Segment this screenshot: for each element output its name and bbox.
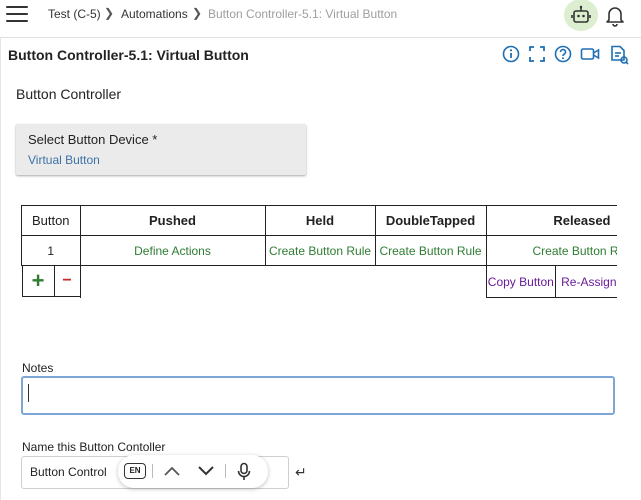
- button-table: Button Pushed Held DoubleTapped Released…: [21, 205, 617, 298]
- remove-button[interactable]: −: [54, 266, 80, 298]
- section-heading: Button Controller: [16, 86, 122, 102]
- column-header-released: Released: [485, 205, 617, 236]
- name-input-value: Button Control: [30, 465, 107, 479]
- notes-input[interactable]: [21, 376, 615, 415]
- name-field-label: Name this Button Contoller: [22, 440, 166, 454]
- microphone-icon[interactable]: [237, 462, 251, 487]
- chevron-up-icon[interactable]: [163, 463, 181, 484]
- breadcrumb-item-current: Button Controller-5.1: Virtual Button: [208, 7, 398, 21]
- button-number: 1: [21, 235, 81, 266]
- column-header-doubletapped: DoubleTapped: [374, 205, 487, 236]
- device-select-value[interactable]: Virtual Button: [28, 153, 100, 167]
- copy-button-button[interactable]: Copy Button: [487, 266, 557, 297]
- robot-icon[interactable]: [564, 0, 598, 31]
- table-action-row: + − Copy Button Re-Assign: [21, 265, 617, 298]
- table-header-row: Button Pushed Held DoubleTapped Released: [21, 205, 617, 236]
- pushed-define-actions-link[interactable]: Define Actions: [79, 235, 266, 266]
- chevron-down-icon[interactable]: [197, 463, 215, 484]
- bell-icon[interactable]: [605, 5, 625, 27]
- page-title: Button Controller-5.1: Virtual Button: [8, 47, 249, 63]
- text-caret: [28, 384, 29, 402]
- table-row: 1 Define Actions Create Button Rule Crea…: [21, 235, 617, 266]
- menu-icon[interactable]: [6, 6, 28, 22]
- keyboard-language-icon[interactable]: EN: [124, 463, 146, 479]
- device-select-label: Select Button Device *: [28, 132, 158, 147]
- doubletapped-create-rule-link[interactable]: Create Button Rule: [374, 235, 487, 266]
- fullscreen-icon[interactable]: [528, 45, 546, 63]
- top-bar: Test (C-5) ❯ Automations ❯ Button Contro…: [0, 0, 641, 31]
- info-icon[interactable]: [502, 45, 520, 63]
- column-header-pushed: Pushed: [79, 205, 266, 236]
- breadcrumb-item-hub[interactable]: Test (C-5): [48, 7, 101, 21]
- column-header-held: Held: [264, 205, 376, 236]
- chevron-right-icon: ❯: [104, 6, 115, 20]
- released-create-rule-link[interactable]: Create Button Rule: [485, 235, 617, 266]
- reassign-button[interactable]: Re-Assign: [556, 266, 616, 297]
- held-create-rule-link[interactable]: Create Button Rule: [264, 235, 376, 266]
- help-icon[interactable]: [554, 45, 572, 63]
- enter-icon[interactable]: ↵: [295, 464, 307, 481]
- add-button[interactable]: +: [21, 266, 55, 298]
- breadcrumb-item-automations[interactable]: Automations: [121, 7, 188, 21]
- logs-icon[interactable]: [609, 45, 629, 65]
- keyboard-toolbar: EN: [118, 455, 268, 488]
- video-icon[interactable]: [580, 45, 600, 63]
- device-select[interactable]: Select Button Device * Virtual Button: [16, 124, 306, 175]
- column-header-button: Button: [21, 205, 81, 236]
- notes-label: Notes: [22, 361, 54, 375]
- chevron-right-icon: ❯: [192, 6, 203, 20]
